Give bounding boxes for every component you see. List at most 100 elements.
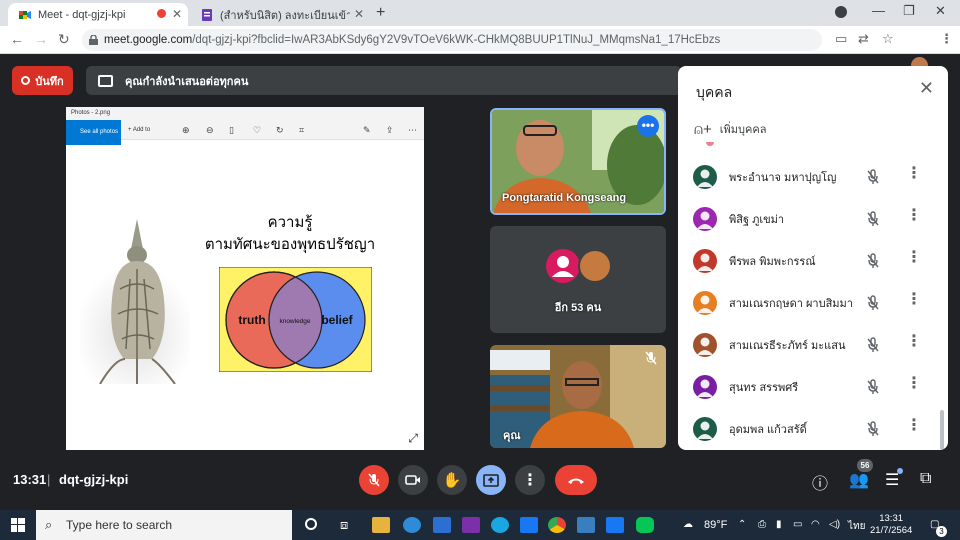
participant-row[interactable]: อุดมพล แก้วสรัดิ์ ⋮ xyxy=(693,414,938,444)
self-tile[interactable]: คุณ xyxy=(490,345,666,448)
back-icon[interactable]: ← xyxy=(10,31,24,47)
more-options-icon[interactable]: ••• xyxy=(637,115,659,137)
slide-title-line1: ความรู้ xyxy=(267,213,313,231)
participant-row[interactable]: พีรพล พิมพะกรรณ์ ⋮ xyxy=(693,246,938,276)
see-all-photos-button[interactable]: See all photos xyxy=(66,120,121,145)
cortana-icon[interactable] xyxy=(305,518,317,530)
add-person-icon: ⍝+ xyxy=(694,120,712,138)
onenote-icon[interactable] xyxy=(462,517,480,533)
taskbar-search-input[interactable]: ⌕ Type here to search xyxy=(36,510,292,540)
meet-now-icon[interactable]: ⎙ xyxy=(758,519,766,530)
skype-icon[interactable] xyxy=(491,517,509,533)
mic-toggle-button[interactable] xyxy=(359,465,389,495)
meeting-info-icon[interactable]: ⓘ xyxy=(812,470,828,494)
volume-icon[interactable]: ◁) xyxy=(829,519,840,530)
zoom-in-icon[interactable]: ⊕ xyxy=(182,125,190,136)
people-icon[interactable]: 👥 xyxy=(849,470,869,490)
camera-toggle-button[interactable] xyxy=(398,465,428,495)
fullscreen-icon[interactable]: ⤢ xyxy=(408,431,418,446)
line-icon[interactable] xyxy=(636,517,654,533)
venn-middle-label: knowledge xyxy=(279,318,310,325)
minimize-icon[interactable]: — xyxy=(872,3,885,18)
translate-icon[interactable]: ⇄ xyxy=(858,31,869,47)
share-icon[interactable]: ⇪ xyxy=(386,125,394,136)
tray-chevron-icon[interactable]: ⌃ xyxy=(738,519,746,530)
slide-title: ความรู้ ตามทัศนะของพุทธปรัชญา xyxy=(66,211,424,255)
close-tab-icon[interactable]: ✕ xyxy=(354,7,364,21)
participant-row[interactable]: พิสิฐ ภูเขม่า ⋮ xyxy=(693,204,938,234)
close-window-icon[interactable]: ✕ xyxy=(935,3,946,19)
more-vert-icon[interactable]: ⋮ xyxy=(906,250,922,266)
more-vert-icon[interactable]: ⋮ xyxy=(906,376,922,392)
delete-icon[interactable]: ▯ xyxy=(229,125,234,136)
separator: | xyxy=(47,472,51,487)
participant-name: Pongtaratid Kongseang xyxy=(502,192,627,204)
taskbar-clock[interactable]: 13:31 21/7/2564 xyxy=(870,513,912,537)
more-vert-icon[interactable]: ⋮ xyxy=(906,292,922,308)
reload-icon[interactable]: ↻ xyxy=(58,31,70,48)
notification-count: 3 xyxy=(936,526,947,537)
more-options-button[interactable]: ⋮ xyxy=(515,465,545,495)
participant-row[interactable]: สามเณรกฤษดา ผาบสิมมา ⋮ xyxy=(693,288,938,318)
tab-form[interactable]: (สำหรับนิสิต) ลงทะเบียนเข้าร่วมกิจกรรม ✕ xyxy=(190,3,370,26)
input-language[interactable]: ไทย xyxy=(848,519,865,534)
more-vert-icon[interactable]: ⋮ xyxy=(906,418,922,434)
close-tab-icon[interactable]: ✕ xyxy=(172,7,182,21)
crop-icon[interactable]: ⌗ xyxy=(299,125,304,136)
forward-icon[interactable]: → xyxy=(34,31,48,47)
mic-off-icon xyxy=(866,169,880,190)
mic-off-icon xyxy=(866,211,880,232)
restore-icon[interactable]: ❐ xyxy=(903,3,915,19)
more-vert-icon[interactable]: ⋮ xyxy=(906,208,922,224)
task-view-icon[interactable]: ⧈ xyxy=(340,517,348,533)
scrollbar[interactable] xyxy=(940,410,944,450)
new-tab-button[interactable]: + xyxy=(376,4,385,22)
rotate-icon[interactable]: ↻ xyxy=(276,125,284,136)
chrome-menu-icon[interactable]: ⋮ xyxy=(940,31,953,47)
tab-search-icon[interactable] xyxy=(835,6,847,18)
meeting-code: dqt-gjzj-kpi xyxy=(59,472,129,487)
meet-favicon-icon xyxy=(19,10,31,19)
activities-icon[interactable]: ⧉ xyxy=(920,470,931,488)
weather-icon[interactable]: ☁ xyxy=(683,519,693,530)
battery-icon[interactable]: ▮ xyxy=(776,519,782,530)
chrome-icon[interactable] xyxy=(548,517,566,533)
bookmark-star-icon[interactable]: ☆ xyxy=(882,31,894,47)
photos-icon[interactable] xyxy=(577,517,595,533)
participant-row[interactable]: พระอำนาจ มหาปุญโญ ⋮ xyxy=(693,162,938,192)
facebook-icon[interactable] xyxy=(606,517,624,533)
more-vert-icon[interactable]: ⋮ xyxy=(906,166,922,182)
close-icon[interactable]: ✕ xyxy=(919,78,934,99)
favorite-icon[interactable]: ♡ xyxy=(253,125,261,136)
file-explorer-icon[interactable] xyxy=(372,517,390,533)
add-people-button[interactable]: ⍝+ เพิ่มบุคคล xyxy=(694,120,766,138)
present-button[interactable] xyxy=(476,465,506,495)
slide-title-line2: ตามทัศนะของพุทธปรัชญา xyxy=(204,235,376,253)
raise-hand-button[interactable]: ✋ xyxy=(437,465,467,495)
participant-row[interactable]: สุนทร สรรพศรี ⋮ xyxy=(693,372,938,402)
wifi-icon[interactable]: ◠ xyxy=(811,519,820,530)
add-to-button[interactable]: + Add to xyxy=(128,127,150,133)
more-vert-icon[interactable]: ⋮ xyxy=(906,334,922,350)
facebook-icon[interactable] xyxy=(520,517,538,533)
network-icon[interactable]: ▭ xyxy=(793,519,802,530)
others-tile[interactable]: อีก 53 คน xyxy=(490,226,666,333)
browser-tab-strip: Meet - dqt-gjzj-kpi ✕ (สำหรับนิสิต) ลงทะ… xyxy=(0,0,960,26)
tab-meet[interactable]: Meet - dqt-gjzj-kpi ✕ xyxy=(8,3,188,26)
leave-call-button[interactable] xyxy=(555,465,597,495)
camera-permission-icon[interactable]: ▭ xyxy=(835,31,847,47)
participant-tile-pongtaratid[interactable]: ••• Pongtaratid Kongseang xyxy=(490,108,666,215)
edge-icon[interactable] xyxy=(403,517,421,533)
participant-row[interactable]: สามเณรธีระภัทร์ มะแสน ⋮ xyxy=(693,330,938,360)
venn-left-label: truth xyxy=(238,313,265,327)
weather-temp: 89°F xyxy=(704,519,728,531)
edit-icon[interactable]: ✎ xyxy=(363,125,371,136)
url-input[interactable]: meet.google.com/dqt-gjzj-kpi?fbclid=IwAR… xyxy=(82,29,822,51)
windows-start-icon[interactable] xyxy=(11,518,25,532)
participant-name: อุดมพล แก้วสรัดิ์ xyxy=(729,424,807,436)
avatar xyxy=(693,375,717,399)
mail-icon[interactable] xyxy=(433,517,451,533)
more-options-icon[interactable]: ⋯ xyxy=(408,125,417,136)
record-button[interactable]: บันทึก xyxy=(12,66,73,95)
zoom-out-icon[interactable]: ⊖ xyxy=(206,125,214,136)
